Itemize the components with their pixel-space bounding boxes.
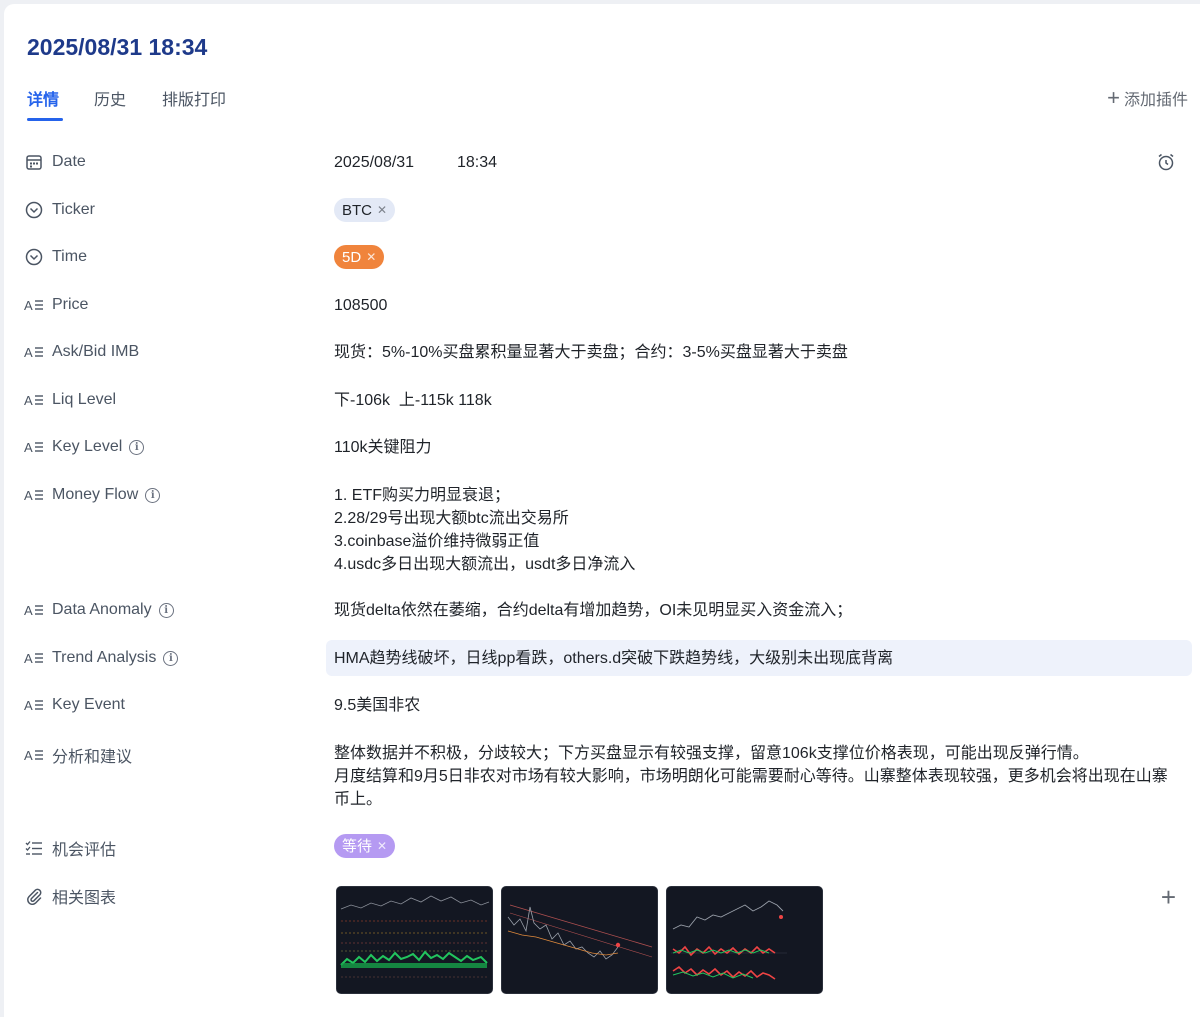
svg-text:A: A [24, 298, 33, 313]
field-label-liq-level: A Liq Level [24, 390, 117, 410]
field-label-key-event: A Key Event [24, 695, 125, 715]
field-label-money-flow: A Money Flow i [24, 485, 161, 505]
add-chart-icon[interactable]: + [1161, 882, 1176, 913]
svg-text:A: A [24, 393, 33, 408]
info-icon[interactable]: i [163, 650, 179, 666]
field-value-liq-level[interactable]: 下-106k 上-115k 118k [334, 389, 492, 412]
chart-thumbnail[interactable] [666, 886, 823, 994]
tab-print-layout[interactable]: 排版打印 [162, 86, 226, 110]
money-flow-line: 1. ETF购买力明显衰退； [334, 487, 511, 504]
field-row-analysis: A 分析和建议 整体数据并不积极，分歧较大；下方买盘显示有较强支撑，留意106k… [4, 741, 1200, 813]
chart-thumbnail[interactable] [501, 886, 658, 994]
svg-text:A: A [24, 698, 33, 713]
field-label-opportunity: 机会评估 [24, 836, 116, 860]
info-icon[interactable]: i [158, 602, 174, 618]
opportunity-tag[interactable]: 等待 ✕ [334, 834, 396, 858]
paperclip-icon [24, 886, 44, 906]
info-icon[interactable]: i [145, 487, 161, 503]
field-row-liq-level: A Liq Level 下-106k 上-115k 118k [4, 388, 1200, 412]
field-row-price: A Price 108500 [4, 293, 1200, 317]
field-row-time: Time 5D ✕ [4, 245, 1200, 269]
remove-tag-icon[interactable]: ✕ [377, 835, 387, 858]
select-circle-icon [24, 200, 44, 220]
text-field-icon: A [24, 342, 44, 362]
text-field-icon: A [24, 648, 44, 668]
field-value-time[interactable]: 5D ✕ [334, 245, 385, 269]
alarm-clock-icon[interactable] [1156, 152, 1176, 177]
field-row-charts: 相关图表 + [4, 882, 1200, 994]
field-label-charts: 相关图表 [24, 884, 116, 908]
text-field-icon: A [24, 695, 44, 715]
field-value-data-anomaly[interactable]: 现货delta依然在萎缩，合约delta有增加趋势，OI未见明显买入资金流入； [334, 599, 852, 622]
svg-text:A: A [24, 488, 33, 503]
svg-text:A: A [24, 440, 33, 455]
active-tab-indicator [27, 118, 63, 121]
field-label-key-level: A Key Level i [24, 437, 145, 457]
field-row-opportunity: 机会评估 等待 ✕ [4, 834, 1200, 860]
field-label-price: A Price [24, 295, 89, 315]
field-value-key-level[interactable]: 110k关键阻力 [334, 436, 432, 459]
money-flow-line: 2.28/29号出现大额btc流出交易所 [334, 510, 569, 527]
field-label-askbid: A Ask/Bid IMB [24, 342, 140, 362]
money-flow-line: 3.coinbase溢价维持微弱正值 [334, 533, 540, 550]
field-label-data-anomaly: A Data Anomaly i [24, 600, 174, 620]
info-icon[interactable]: i [129, 439, 145, 455]
remove-tag-icon[interactable]: ✕ [366, 246, 376, 269]
field-value-date[interactable]: 2025/08/31 18:34 [334, 151, 497, 174]
field-row-date: Date 2025/08/31 18:34 [4, 150, 1200, 174]
field-label-date: Date [24, 152, 86, 172]
field-value-ticker[interactable]: BTC ✕ [334, 198, 396, 222]
field-label-analysis: A 分析和建议 [24, 743, 132, 767]
money-flow-line: 4.usdc多日出现大额流出，usdt多日净流入 [334, 556, 636, 573]
tab-history[interactable]: 历史 [94, 86, 126, 110]
field-value-money-flow[interactable]: 1. ETF购买力明显衰退； 2.28/29号出现大额btc流出交易所 3.co… [334, 484, 635, 576]
plus-icon: + [1107, 85, 1120, 110]
chart-thumbnail[interactable] [336, 886, 493, 994]
date-value: 2025/08/31 [334, 154, 415, 171]
field-value-askbid[interactable]: 现货：5%-10%买盘累积量显著大于卖盘；合约：3-5%买盘显著大于卖盘 [334, 341, 848, 364]
text-field-icon: A [24, 600, 44, 620]
page-title: 2025/08/31 18:34 [27, 34, 208, 60]
time-tag[interactable]: 5D ✕ [334, 245, 385, 269]
add-plugin-button[interactable]: + 添加插件 [1107, 86, 1188, 110]
field-row-data-anomaly: A Data Anomaly i 现货delta依然在萎缩，合约delta有增加… [4, 598, 1200, 622]
text-field-icon: A [24, 485, 44, 505]
field-row-askbid: A Ask/Bid IMB 现货：5%-10%买盘累积量显著大于卖盘；合约：3-… [4, 340, 1200, 364]
select-circle-icon [24, 247, 44, 267]
field-value-key-event[interactable]: 9.5美国非农 [334, 694, 420, 717]
calendar-icon [24, 152, 44, 172]
svg-text:A: A [24, 345, 33, 360]
field-label-time: Time [24, 247, 87, 267]
svg-text:A: A [24, 748, 33, 763]
field-label-trend-analysis: A Trend Analysis i [24, 648, 179, 668]
field-row-key-event: A Key Event 9.5美国非农 [4, 693, 1200, 717]
field-row-key-level: A Key Level i 110k关键阻力 [4, 435, 1200, 459]
svg-text:A: A [24, 651, 33, 666]
field-value-price[interactable]: 108500 [334, 294, 387, 317]
checklist-icon [24, 838, 44, 858]
field-value-trend-analysis[interactable]: HMA趋势线破坏，日线pp看跌，others.d突破下跌趋势线，大级别未出现底背… [334, 647, 893, 670]
field-value-analysis[interactable]: 整体数据并不积极，分歧较大；下方买盘显示有较强支撑，留意106k支撑位价格表现，… [334, 742, 1180, 811]
analysis-paragraph: 整体数据并不积极，分歧较大；下方买盘显示有较强支撑，留意106k支撑位价格表现，… [334, 745, 1089, 762]
time-value: 18:34 [456, 154, 498, 171]
analysis-paragraph: 月度结算和9月5日非农对市场有较大影响，市场明朗化可能需要耐心等待。山寨整体表现… [334, 768, 1168, 808]
field-row-money-flow: A Money Flow i 1. ETF购买力明显衰退； 2.28/29号出现… [4, 483, 1200, 579]
record-card: 2025/08/31 18:34 详情 历史 排版打印 + 添加插件 Date … [4, 4, 1200, 1017]
text-field-icon: A [24, 745, 44, 765]
text-field-icon: A [24, 437, 44, 457]
field-row-ticker: Ticker BTC ✕ [4, 198, 1200, 222]
field-row-trend-analysis: A Trend Analysis i HMA趋势线破坏，日线pp看跌，other… [4, 646, 1200, 670]
field-label-ticker: Ticker [24, 200, 95, 220]
ticker-tag[interactable]: BTC ✕ [334, 198, 396, 222]
remove-tag-icon[interactable]: ✕ [377, 199, 387, 222]
text-field-icon: A [24, 295, 44, 315]
tab-details[interactable]: 详情 [27, 86, 59, 110]
text-field-icon: A [24, 390, 44, 410]
field-value-opportunity[interactable]: 等待 ✕ [334, 834, 396, 858]
add-plugin-label: 添加插件 [1123, 92, 1188, 109]
svg-text:A: A [24, 603, 33, 618]
